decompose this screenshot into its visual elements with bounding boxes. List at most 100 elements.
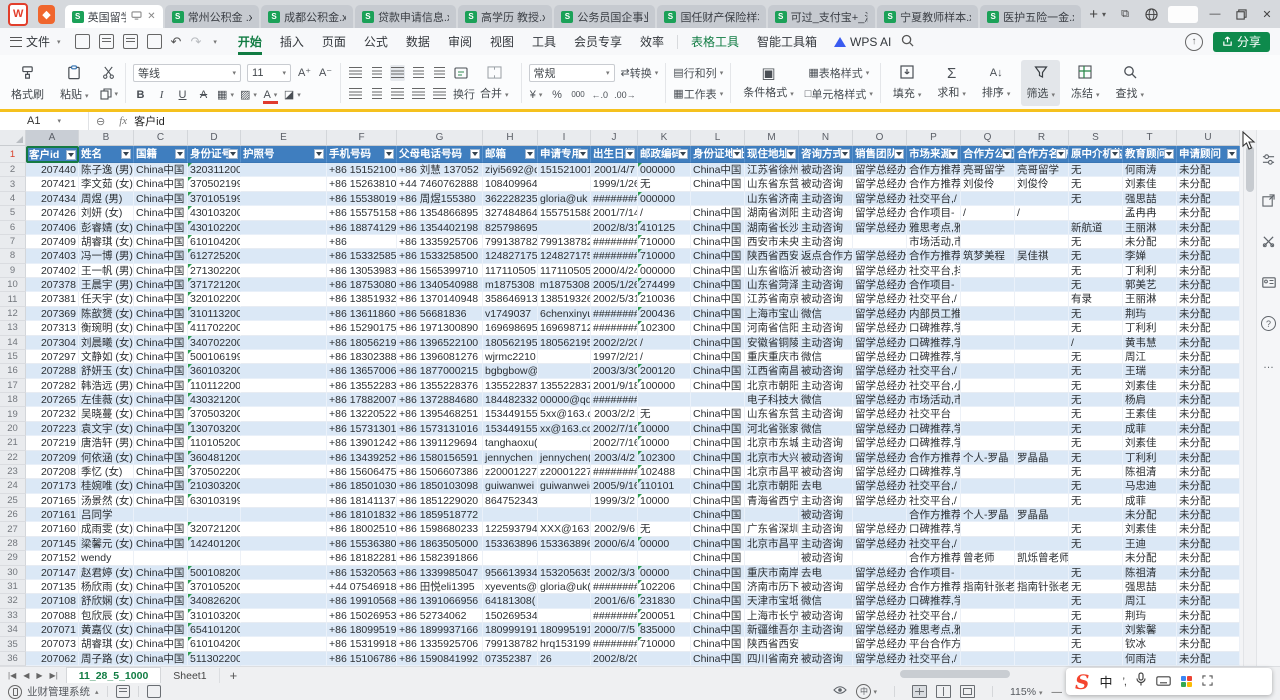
cell[interactable]: 梁馨元 (女)	[79, 537, 134, 551]
header-cell[interactable]: 合作方名称	[1015, 146, 1069, 163]
cell[interactable]: 舒欣娴 (女)	[79, 594, 134, 608]
cell[interactable]	[961, 609, 1015, 623]
cell[interactable]	[134, 551, 188, 565]
align-right-icon[interactable]	[390, 86, 405, 102]
cell[interactable]: 合作方推荐	[907, 551, 961, 565]
cell[interactable]: 184482332	[483, 393, 538, 407]
cell[interactable]: 340826200106060020	[188, 594, 241, 608]
cell[interactable]: 微信	[799, 594, 853, 608]
file-menu[interactable]: 文件▾	[10, 33, 61, 50]
cell[interactable]: 2003/3/30	[591, 364, 638, 378]
column-header-A[interactable]: A	[26, 130, 79, 146]
cell[interactable]: China中国	[134, 580, 188, 594]
cell[interactable]: 未分配	[1177, 537, 1240, 551]
cell[interactable]: 刘素佳	[1123, 436, 1177, 450]
column-header-S[interactable]: S	[1069, 130, 1123, 146]
cell[interactable]: 市场活动,市	[907, 393, 961, 407]
cell[interactable]: 00000	[638, 566, 691, 580]
menu-item-页面[interactable]: 页面	[313, 28, 355, 55]
cell[interactable]	[241, 221, 327, 235]
cell[interactable]	[538, 551, 591, 565]
cell[interactable]: 留学总经办	[853, 436, 907, 450]
cell[interactable]: 未分配	[1177, 249, 1240, 263]
cell[interactable]: 未分配	[1177, 551, 1240, 565]
cell[interactable]: 吴佳祺	[1015, 249, 1069, 263]
cell[interactable]: China中国	[134, 494, 188, 508]
cell[interactable]: 无	[1069, 609, 1123, 623]
cell[interactable]: 社交平台	[907, 407, 961, 421]
cell[interactable]: China中国	[691, 292, 745, 306]
cell[interactable]: China中国	[134, 379, 188, 393]
filter-dropdown-icon[interactable]	[732, 149, 742, 159]
cell[interactable]: 310103200212255069	[188, 609, 241, 623]
cell[interactable]: xyevents@	[483, 580, 538, 594]
cell[interactable]: +86 田悦eli1395	[397, 580, 483, 594]
cell[interactable]: 舒妍玉 (女)	[79, 364, 134, 378]
cell[interactable]	[1015, 407, 1069, 421]
paste-button[interactable]: 粘贴▾	[55, 60, 94, 106]
cell[interactable]: 刘素佳	[1123, 522, 1177, 536]
cell[interactable]: 内部员工推	[907, 307, 961, 321]
formula-input[interactable]: 客户id	[134, 113, 165, 129]
cell[interactable]: +86 1590841992	[397, 652, 483, 666]
row-number[interactable]: 28	[0, 537, 26, 551]
cell[interactable]: 未分配	[1177, 508, 1240, 522]
cell[interactable]: 169698695	[483, 321, 538, 335]
row-number[interactable]: 5	[0, 206, 26, 220]
cell[interactable]: +86 13552283	[327, 379, 397, 393]
cell[interactable]: 500108200203035125	[188, 566, 241, 580]
cell[interactable]: z20001227(	[538, 465, 591, 479]
cell[interactable]: +86 1565399710	[397, 264, 483, 278]
cell[interactable]	[241, 508, 327, 522]
cell[interactable]: +86 18002510	[327, 522, 397, 536]
cell[interactable]: 郭美艺	[1123, 278, 1177, 292]
cell[interactable]: 陈祖清	[1123, 566, 1177, 580]
convert-button[interactable]: ⇄ 转换▾	[621, 65, 659, 81]
cell[interactable]	[961, 307, 1015, 321]
cell[interactable]: 864752343	[483, 494, 538, 508]
cell[interactable]	[241, 652, 327, 666]
row-number[interactable]: 14	[0, 336, 26, 350]
header-cell[interactable]: 邮箱	[483, 146, 538, 163]
cell[interactable]: China中国	[691, 451, 745, 465]
cell[interactable]: 153205635	[538, 566, 591, 580]
cell[interactable]: 未分配	[1177, 609, 1240, 623]
cell[interactable]	[241, 623, 327, 637]
cell[interactable]: 未分配	[1177, 278, 1240, 292]
cell[interactable]: 西安市未央	[745, 235, 799, 249]
cell[interactable]: +86 1580156591	[397, 451, 483, 465]
print-icon[interactable]	[123, 34, 138, 49]
cell[interactable]: 马忠迪	[1123, 479, 1177, 493]
layout-mode-icon[interactable]: ⧉	[1112, 0, 1138, 28]
cell[interactable]: 210036	[638, 292, 691, 306]
cell[interactable]	[188, 551, 241, 565]
quick-access-caret-icon[interactable]: ▾	[213, 38, 217, 46]
cell[interactable]: 留学总经办	[853, 292, 907, 306]
cell[interactable]: 未分配	[1177, 451, 1240, 465]
cell[interactable]: 胡睿琪 (女)	[79, 235, 134, 249]
cell[interactable]: 有录	[1069, 292, 1123, 306]
cell[interactable]: 151521001	[538, 163, 591, 177]
cell[interactable]: 袁文宇 (女)	[79, 422, 134, 436]
cell[interactable]: 155751588	[538, 206, 591, 220]
cell[interactable]: guiwanwei	[483, 479, 538, 493]
cell[interactable]: +86 18099519	[327, 623, 397, 637]
cell[interactable]: 未分配	[1123, 551, 1177, 565]
cell[interactable]: 32010220020531242X	[188, 292, 241, 306]
cell[interactable]: 微信	[799, 393, 853, 407]
cell[interactable]: 无	[1069, 637, 1123, 651]
cell[interactable]: 留学总经办	[853, 451, 907, 465]
cell[interactable]: China中国	[691, 566, 745, 580]
column-header-M[interactable]: M	[745, 130, 799, 146]
cell[interactable]: 2001/7/14	[591, 206, 638, 220]
cell[interactable]: 钦冰	[1123, 637, 1177, 651]
cell[interactable]: 207440	[26, 163, 79, 177]
cell[interactable]: ########	[591, 465, 638, 479]
cell[interactable]: China中国	[691, 163, 745, 177]
cell[interactable]: 平台合作方	[907, 637, 961, 651]
cell[interactable]: 被动咨询	[799, 609, 853, 623]
merge-cells-button[interactable]: 合并▾	[475, 60, 514, 106]
cell[interactable]: 799138782	[483, 637, 538, 651]
cell[interactable]: ########	[591, 393, 638, 407]
document-tab[interactable]: S贷款申请信息.xlsx	[355, 5, 456, 28]
